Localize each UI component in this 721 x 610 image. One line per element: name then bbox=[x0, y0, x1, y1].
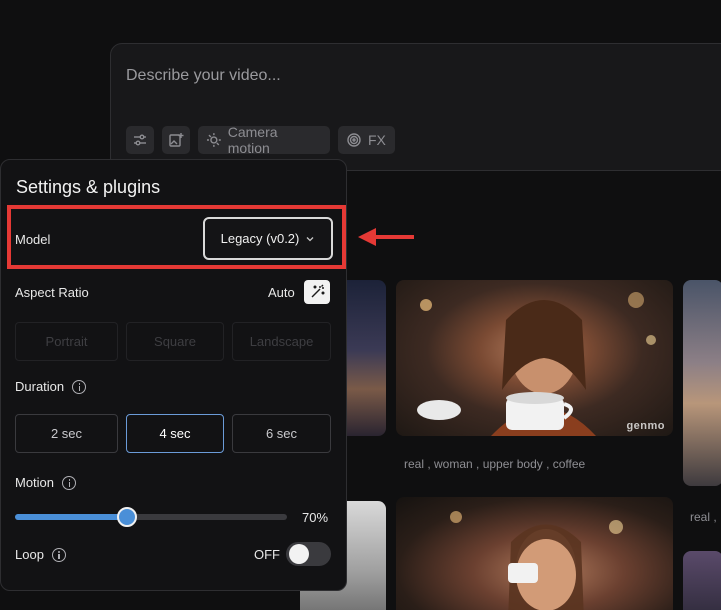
info-icon[interactable] bbox=[51, 547, 66, 562]
sliders-icon bbox=[134, 134, 146, 146]
loop-label: Loop bbox=[15, 547, 66, 562]
motion-label: Motion bbox=[15, 475, 77, 490]
aspect-portrait-button[interactable]: Portrait bbox=[15, 322, 118, 361]
duration-4sec-button[interactable]: 4 sec bbox=[126, 414, 224, 453]
duration-2sec-button[interactable]: 2 sec bbox=[15, 414, 118, 453]
gallery-watermark: genmo bbox=[626, 420, 665, 432]
duration-6sec-button[interactable]: 6 sec bbox=[232, 414, 331, 453]
motion-slider-fill bbox=[15, 514, 128, 520]
aspect-square-button[interactable]: Square bbox=[126, 322, 224, 361]
auto-aspect-button[interactable] bbox=[304, 280, 330, 304]
loop-toggle-knob bbox=[289, 544, 309, 564]
fx-label: FX bbox=[368, 132, 386, 148]
coffee-scene bbox=[417, 292, 656, 436]
aspect-ratio-label: Aspect Ratio bbox=[15, 285, 89, 300]
gallery-thumb-landscape[interactable] bbox=[683, 280, 721, 486]
duration-label: Duration bbox=[15, 379, 87, 394]
camera-motion-icon bbox=[206, 133, 221, 147]
loop-state: OFF bbox=[254, 547, 280, 562]
info-icon[interactable] bbox=[62, 475, 77, 490]
gallery-thumb-cafe-woman[interactable] bbox=[396, 497, 673, 610]
fx-button[interactable]: FX bbox=[338, 126, 395, 154]
motion-value: 70% bbox=[302, 510, 329, 525]
model-highlight-box bbox=[7, 205, 346, 269]
prompt-input[interactable] bbox=[126, 64, 686, 88]
motion-slider[interactable] bbox=[15, 507, 287, 527]
info-icon[interactable] bbox=[72, 379, 87, 394]
settings-title: Settings & plugins bbox=[16, 177, 161, 197]
gallery-thumb-woman-coffee[interactable]: genmo bbox=[396, 280, 673, 436]
add-image-icon bbox=[169, 133, 184, 147]
gallery-caption: real , bbox=[690, 510, 717, 524]
camera-motion-button[interactable]: Camera motion bbox=[198, 124, 330, 156]
prompt-card: Camera motion FX bbox=[110, 43, 721, 171]
loop-toggle[interactable] bbox=[286, 542, 331, 566]
cafe-scene bbox=[450, 511, 623, 610]
motion-slider-thumb[interactable] bbox=[117, 507, 138, 527]
gallery-thumb-right-bottom[interactable] bbox=[683, 551, 721, 610]
gallery-caption: real , woman , upper body , coffee bbox=[404, 457, 586, 471]
settings-button[interactable] bbox=[126, 126, 154, 154]
aspect-ratio-mode: Auto bbox=[268, 285, 295, 300]
add-image-button[interactable] bbox=[162, 126, 190, 154]
camera-motion-label: Camera motion bbox=[227, 124, 278, 156]
arrow-left-icon bbox=[358, 228, 414, 246]
aspect-landscape-button[interactable]: Landscape bbox=[232, 322, 331, 361]
magic-wand-icon bbox=[311, 284, 325, 298]
fx-icon bbox=[347, 133, 361, 147]
